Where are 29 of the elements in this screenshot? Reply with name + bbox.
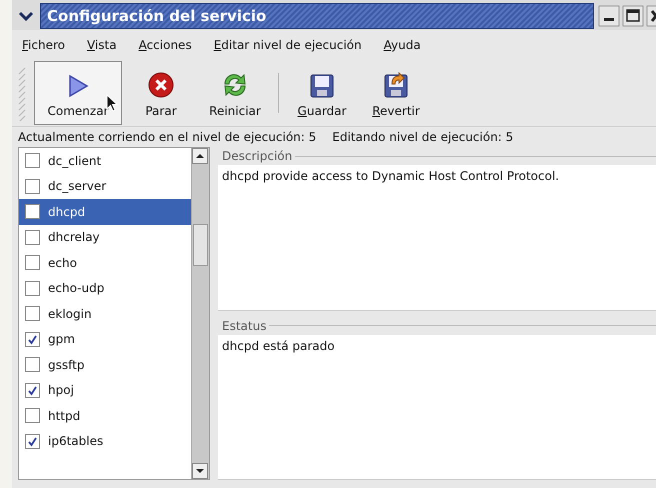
menu-item[interactable]: Editar nivel de ejecución — [210, 36, 366, 54]
menu-item[interactable]: Fichero — [18, 36, 69, 54]
service-row[interactable]: eklogin — [19, 301, 191, 326]
service-row[interactable]: httpd — [19, 403, 191, 428]
window-title: Configuración del servicio — [46, 7, 266, 25]
service-row[interactable]: gpm — [19, 326, 191, 352]
service-row[interactable]: dc_server — [19, 174, 191, 199]
toolbar-button[interactable]: Comenzar — [34, 61, 122, 125]
status-text: dhcpd está parado — [222, 338, 335, 352]
toolbar-button[interactable]: Guardar — [287, 61, 357, 125]
service-row[interactable]: echo-udp — [19, 276, 191, 301]
menu-item[interactable]: Ayuda — [380, 36, 425, 54]
service-row[interactable]: dc_client — [19, 148, 191, 174]
toolbar-button[interactable]: Parar — [126, 61, 196, 125]
service-row[interactable]: ip6tables — [19, 428, 191, 454]
service-row[interactable]: dhcpd — [19, 199, 191, 224]
service-row[interactable]: echo — [19, 250, 191, 276]
menu-item[interactable]: Acciones — [134, 36, 196, 54]
toolbar-button[interactable]: Reiniciar — [200, 61, 270, 125]
frame-label: Descripción — [221, 149, 294, 163]
service-row[interactable]: gssftp — [19, 352, 191, 378]
frame-label: Estatus — [221, 318, 268, 332]
current-runlevel-text: Actualmente corriendo en el nivel de ejecución: 5 — [18, 130, 316, 144]
service-row[interactable]: hpoj — [19, 378, 191, 403]
toolbar-button[interactable]: Revertir — [361, 61, 431, 125]
menu-item[interactable]: Vista — [82, 36, 121, 54]
editing-runlevel-text: Editando nivel de ejecución: 5 — [332, 130, 514, 144]
service-row[interactable]: dhcrelay — [19, 224, 191, 250]
description-text: dhcpd provide access to Dynamic Host Control Protocol. — [222, 169, 560, 183]
